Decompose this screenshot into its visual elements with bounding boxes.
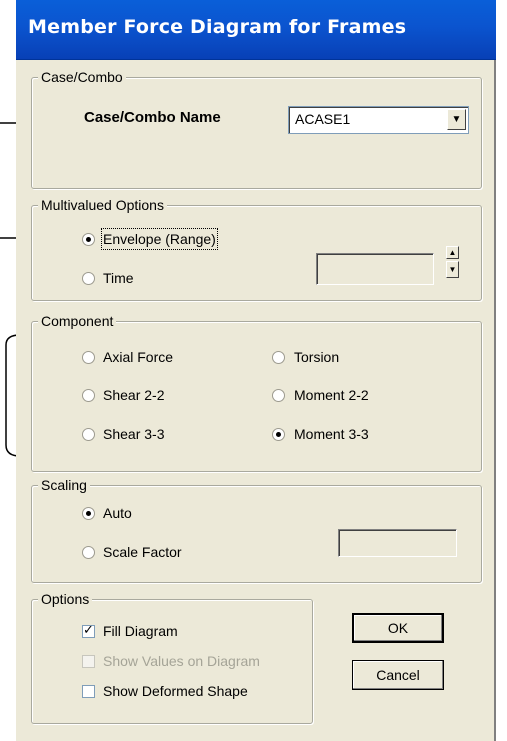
fill-diagram-label[interactable]: Fill Diagram: [103, 622, 178, 640]
multivalued-options-group-label: Multivalued Options: [38, 196, 167, 214]
time-label[interactable]: Time: [103, 269, 134, 287]
cancel-button[interactable]: Cancel: [352, 660, 444, 690]
shear-3-3-radio[interactable]: [82, 428, 95, 441]
shear-2-2-radio[interactable]: [82, 389, 95, 402]
show-values-checkbox: [82, 655, 95, 668]
show-deformed-checkbox[interactable]: [82, 685, 95, 698]
case-combo-group-label: Case/Combo: [38, 68, 126, 86]
case-combo-group: Case/Combo Case/Combo Name ACASE1 ▼: [31, 68, 482, 189]
axial-force-radio[interactable]: [82, 351, 95, 364]
time-radio[interactable]: [82, 272, 95, 285]
window-title: Member Force Diagram for Frames: [28, 16, 407, 38]
case-combo-selected-value: ACASE1: [295, 111, 351, 127]
component-group-label: Component: [38, 312, 117, 330]
show-values-label: Show Values on Diagram: [103, 653, 260, 669]
fill-diagram-checkbox[interactable]: [82, 623, 95, 638]
scaling-group-label: Scaling: [38, 476, 90, 494]
component-group: Component Axial Force Torsion Shear 2-2 …: [31, 312, 482, 472]
member-force-dialog: Member Force Diagram for Frames Case/Com…: [16, 0, 496, 741]
scale-factor-radio[interactable]: [82, 546, 95, 559]
spin-up-icon[interactable]: ▲: [446, 246, 459, 259]
scale-factor-label[interactable]: Scale Factor: [103, 543, 182, 561]
axial-force-label[interactable]: Axial Force: [103, 348, 173, 366]
title-bar: Member Force Diagram for Frames: [16, 0, 496, 60]
auto-radio[interactable]: [82, 507, 95, 520]
envelope-label[interactable]: Envelope (Range): [101, 228, 218, 250]
moment-3-3-radio[interactable]: [272, 428, 285, 441]
case-combo-name-select[interactable]: ACASE1 ▼: [288, 106, 469, 134]
shear-3-3-label[interactable]: Shear 3-3: [103, 425, 164, 443]
envelope-radio[interactable]: [82, 233, 95, 246]
torsion-label[interactable]: Torsion: [294, 348, 339, 366]
options-group-label: Options: [38, 590, 93, 608]
scale-factor-field: [338, 529, 457, 557]
auto-label[interactable]: Auto: [103, 504, 132, 522]
scaling-group: Scaling Auto Scale Factor: [31, 476, 482, 583]
moment-2-2-label[interactable]: Moment 2-2: [294, 386, 369, 404]
time-value-field: [316, 253, 434, 285]
moment-2-2-radio[interactable]: [272, 389, 285, 402]
case-combo-name-label: Case/Combo Name: [84, 109, 221, 126]
options-group: Options Fill Diagram Show Values on Diag…: [31, 590, 313, 724]
moment-3-3-label[interactable]: Moment 3-3: [294, 425, 369, 443]
spin-down-icon[interactable]: ▼: [446, 261, 459, 278]
shear-2-2-label[interactable]: Shear 2-2: [103, 386, 164, 404]
torsion-radio[interactable]: [272, 351, 285, 364]
dropdown-arrow-icon[interactable]: ▼: [447, 109, 466, 130]
multivalued-options-group: Multivalued Options Envelope (Range) Tim…: [31, 196, 482, 301]
show-deformed-label[interactable]: Show Deformed Shape: [103, 682, 248, 700]
ok-button[interactable]: OK: [352, 613, 444, 643]
